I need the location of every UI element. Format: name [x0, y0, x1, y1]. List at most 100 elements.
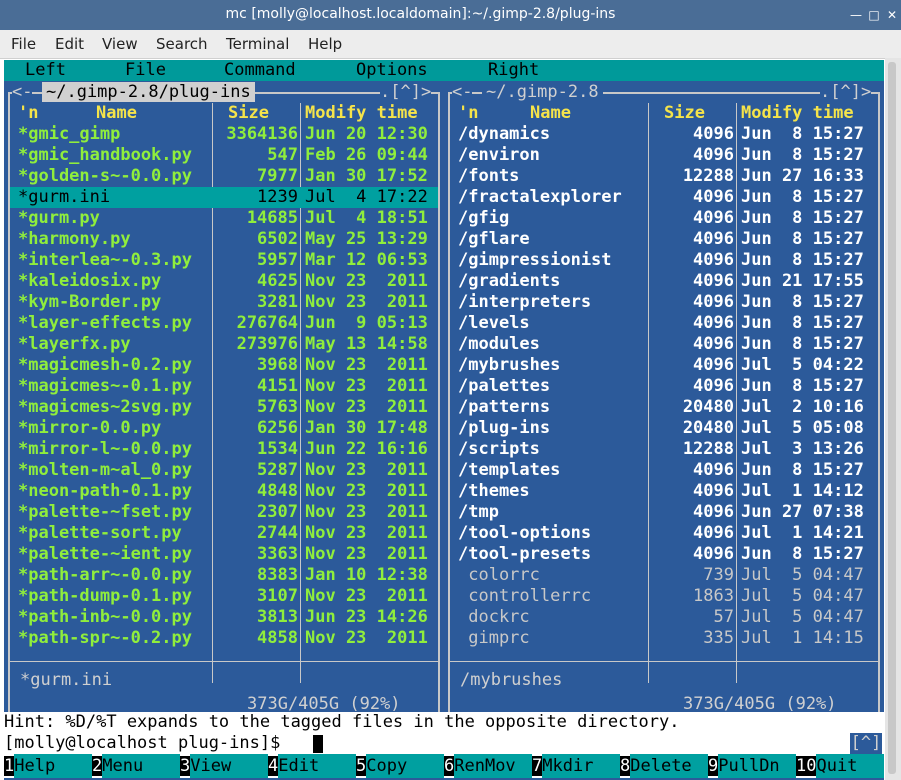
file-row[interactable]: /scripts 12288 Jul 3 13:26 — [450, 439, 878, 460]
file-row[interactable]: *magicmesh-0.2.py 3968 Nov 23 2011 — [10, 355, 438, 376]
file-name: /dynamics — [458, 124, 551, 144]
menu-search[interactable]: Search — [156, 35, 208, 53]
file-row[interactable]: *molten-m~al_0.py 5287 Nov 23 2011 — [10, 460, 438, 481]
prompt-history-button[interactable]: [^] — [850, 733, 882, 754]
left-header-size[interactable]: Size — [228, 103, 269, 124]
fkey-renmov[interactable]: 6RenMov — [444, 754, 533, 778]
file-row[interactable]: /interpreters 4096 Jun 8 15:27 — [450, 292, 878, 313]
right-header-name[interactable]: Name — [530, 103, 571, 124]
fkey-number: 5 — [356, 756, 367, 776]
file-row[interactable]: /fractalexplorer 4096 Jun 8 15:27 — [450, 187, 878, 208]
file-row[interactable]: *gurm.py 14685 Jul 4 18:51 — [10, 208, 438, 229]
file-size: 2307 — [257, 502, 298, 522]
file-row[interactable]: *palette-sort.py 2744 Nov 23 2011 — [10, 523, 438, 544]
file-row[interactable]: *path-dump-0.1.py 3107 Nov 23 2011 — [10, 586, 438, 607]
file-row[interactable]: *path-inb~-0.0.py 3813 Jun 23 14:26 — [10, 607, 438, 628]
file-row[interactable]: *kym-Border.py 3281 Nov 23 2011 — [10, 292, 438, 313]
right-header-size[interactable]: Size — [664, 103, 705, 124]
file-row[interactable]: /environ 4096 Jun 8 15:27 — [450, 145, 878, 166]
file-row[interactable]: /modules 4096 Jun 8 15:27 — [450, 334, 878, 355]
menu-file[interactable]: File — [11, 35, 36, 53]
terminal-scrollbar[interactable] — [885, 58, 901, 780]
fkey-delete[interactable]: 8Delete — [620, 754, 709, 778]
file-row[interactable]: /patterns 20480 Jul 2 10:16 — [450, 397, 878, 418]
file-row[interactable]: *gmic_gimp 3364136 Jun 20 12:30 — [10, 124, 438, 145]
terminal-area[interactable]: Left File Command Options Right <- ~/.gi… — [4, 60, 884, 780]
file-row[interactable]: *magicmes~-0.1.py 4151 Nov 23 2011 — [10, 376, 438, 397]
fkey-label: Delete — [630, 754, 709, 778]
file-row[interactable]: /fonts 12288 Jun 27 16:33 — [450, 166, 878, 187]
file-row[interactable]: *golden-s~-0.0.py 7977 Jan 30 17:52 — [10, 166, 438, 187]
file-row[interactable]: /dynamics 4096 Jun 8 15:27 — [450, 124, 878, 145]
file-row[interactable]: *gurm.ini 1239 Jul 4 17:22 — [10, 187, 438, 208]
minimize-icon[interactable]: — — [849, 8, 863, 22]
right-panel-corner-right[interactable]: .[^]> — [820, 82, 872, 102]
file-row[interactable]: *interlea~-0.3.py 5957 Mar 12 06:53 — [10, 250, 438, 271]
file-row[interactable]: /levels 4096 Jun 8 15:27 — [450, 313, 878, 334]
file-name: dockrc — [458, 607, 530, 627]
fkey-view[interactable]: 3View — [180, 754, 269, 778]
file-row[interactable]: /gradients 4096 Jun 21 17:55 — [450, 271, 878, 292]
file-row[interactable]: *mirror-l~-0.0.py 1534 Jun 22 16:16 — [10, 439, 438, 460]
file-row[interactable]: /mybrushes 4096 Jul 5 04:22 — [450, 355, 878, 376]
shell-prompt[interactable]: [molly@localhost plug-ins]$ — [4, 733, 884, 754]
file-row[interactable]: colorrc 739 Jul 5 04:47 — [450, 565, 878, 586]
file-row[interactable]: *magicmes~2svg.py 5763 Nov 23 2011 — [10, 397, 438, 418]
file-row[interactable]: /tool-presets 4096 Jun 8 15:27 — [450, 544, 878, 565]
file-row[interactable]: /tmp 4096 Jun 27 07:38 — [450, 502, 878, 523]
file-row[interactable]: *harmony.py 6502 May 25 13:29 — [10, 229, 438, 250]
mc-menu-command[interactable]: Command — [224, 61, 296, 80]
fkey-pulldn[interactable]: 9PullDn — [708, 754, 797, 778]
mc-menu-file[interactable]: File — [125, 61, 166, 80]
scrollbar-thumb[interactable] — [888, 62, 896, 774]
file-size: 3364136 — [226, 124, 298, 144]
menu-help[interactable]: Help — [308, 35, 342, 53]
file-row[interactable]: *path-spr~-0.2.py 4858 Nov 23 2011 — [10, 628, 438, 649]
fkey-help[interactable]: 1Help — [4, 754, 93, 778]
file-row[interactable]: dockrc 57 Jul 5 04:47 — [450, 607, 878, 628]
file-row[interactable]: /gimpressionist 4096 Jun 8 15:27 — [450, 250, 878, 271]
close-icon[interactable]: ✕ — [885, 8, 899, 22]
left-panel-corner-right[interactable]: .[^]> — [380, 82, 432, 102]
left-header-name[interactable]: Name — [96, 103, 137, 124]
file-row[interactable]: /themes 4096 Jul 1 14:12 — [450, 481, 878, 502]
menu-view[interactable]: View — [102, 35, 138, 53]
file-row[interactable]: /palettes 4096 Jun 8 15:27 — [450, 376, 878, 397]
file-row[interactable]: /templates 4096 Jun 8 15:27 — [450, 460, 878, 481]
mc-menu-right[interactable]: Right — [488, 61, 539, 80]
file-row[interactable]: /tool-options 4096 Jul 1 14:21 — [450, 523, 878, 544]
right-panel-corner-left[interactable]: <- — [452, 82, 473, 102]
left-header-modify[interactable]: Modify time — [305, 103, 418, 124]
file-row[interactable]: *kaleidosix.py 4625 Nov 23 2011 — [10, 271, 438, 292]
fkey-copy[interactable]: 5Copy — [356, 754, 445, 778]
file-row[interactable]: /gfig 4096 Jun 8 15:27 — [450, 208, 878, 229]
file-row[interactable]: *gmic_handbook.py 547 Feb 26 09:44 — [10, 145, 438, 166]
right-header-modify[interactable]: Modify time — [741, 103, 854, 124]
fkey-quit[interactable]: 10Quit — [796, 754, 884, 778]
file-name: *magicmesh-0.2.py — [18, 355, 192, 375]
menu-edit[interactable]: Edit — [55, 35, 84, 53]
fkey-edit[interactable]: 4Edit — [268, 754, 357, 778]
file-row[interactable]: /gflare 4096 Jun 8 15:27 — [450, 229, 878, 250]
mc-menu-left[interactable]: Left — [25, 61, 66, 80]
file-row[interactable]: /plug-ins 20480 Jul 5 05:08 — [450, 418, 878, 439]
maximize-icon[interactable]: □ — [867, 8, 881, 22]
fkey-menu[interactable]: 2Menu — [92, 754, 181, 778]
file-row[interactable]: *palette-~ient.py 3363 Nov 23 2011 — [10, 544, 438, 565]
file-row[interactable]: *neon-path-0.1.py 4848 Nov 23 2011 — [10, 481, 438, 502]
file-row[interactable]: *layerfx.py 273976 May 13 14:58 — [10, 334, 438, 355]
file-row[interactable]: *path-arr~-0.0.py 8383 Jan 10 12:38 — [10, 565, 438, 586]
file-row[interactable]: *mirror-0.0.py 6256 Jan 30 17:48 — [10, 418, 438, 439]
file-row[interactable]: *layer-effects.py 276764 Jun 9 05:13 — [10, 313, 438, 334]
file-row[interactable]: *palette-~fset.py 2307 Nov 23 2011 — [10, 502, 438, 523]
left-panel[interactable]: <- ~/.gimp-2.8/plug-ins .[^]> 'n Name Si… — [8, 82, 440, 714]
mc-menu-options[interactable]: Options — [356, 61, 428, 80]
file-row[interactable]: controllerrc 1863 Jul 5 04:47 — [450, 586, 878, 607]
file-name: controllerrc — [458, 586, 592, 606]
right-panel[interactable]: <- ~/.gimp-2.8 .[^]> 'n Name Size Modify… — [448, 82, 880, 714]
left-panel-corner-left[interactable]: <- — [12, 82, 33, 102]
fkey-mkdir[interactable]: 7Mkdir — [532, 754, 621, 778]
file-size: 4096 — [693, 334, 734, 354]
file-row[interactable]: gimprc 335 Jul 1 14:15 — [450, 628, 878, 649]
menu-terminal[interactable]: Terminal — [226, 35, 289, 53]
